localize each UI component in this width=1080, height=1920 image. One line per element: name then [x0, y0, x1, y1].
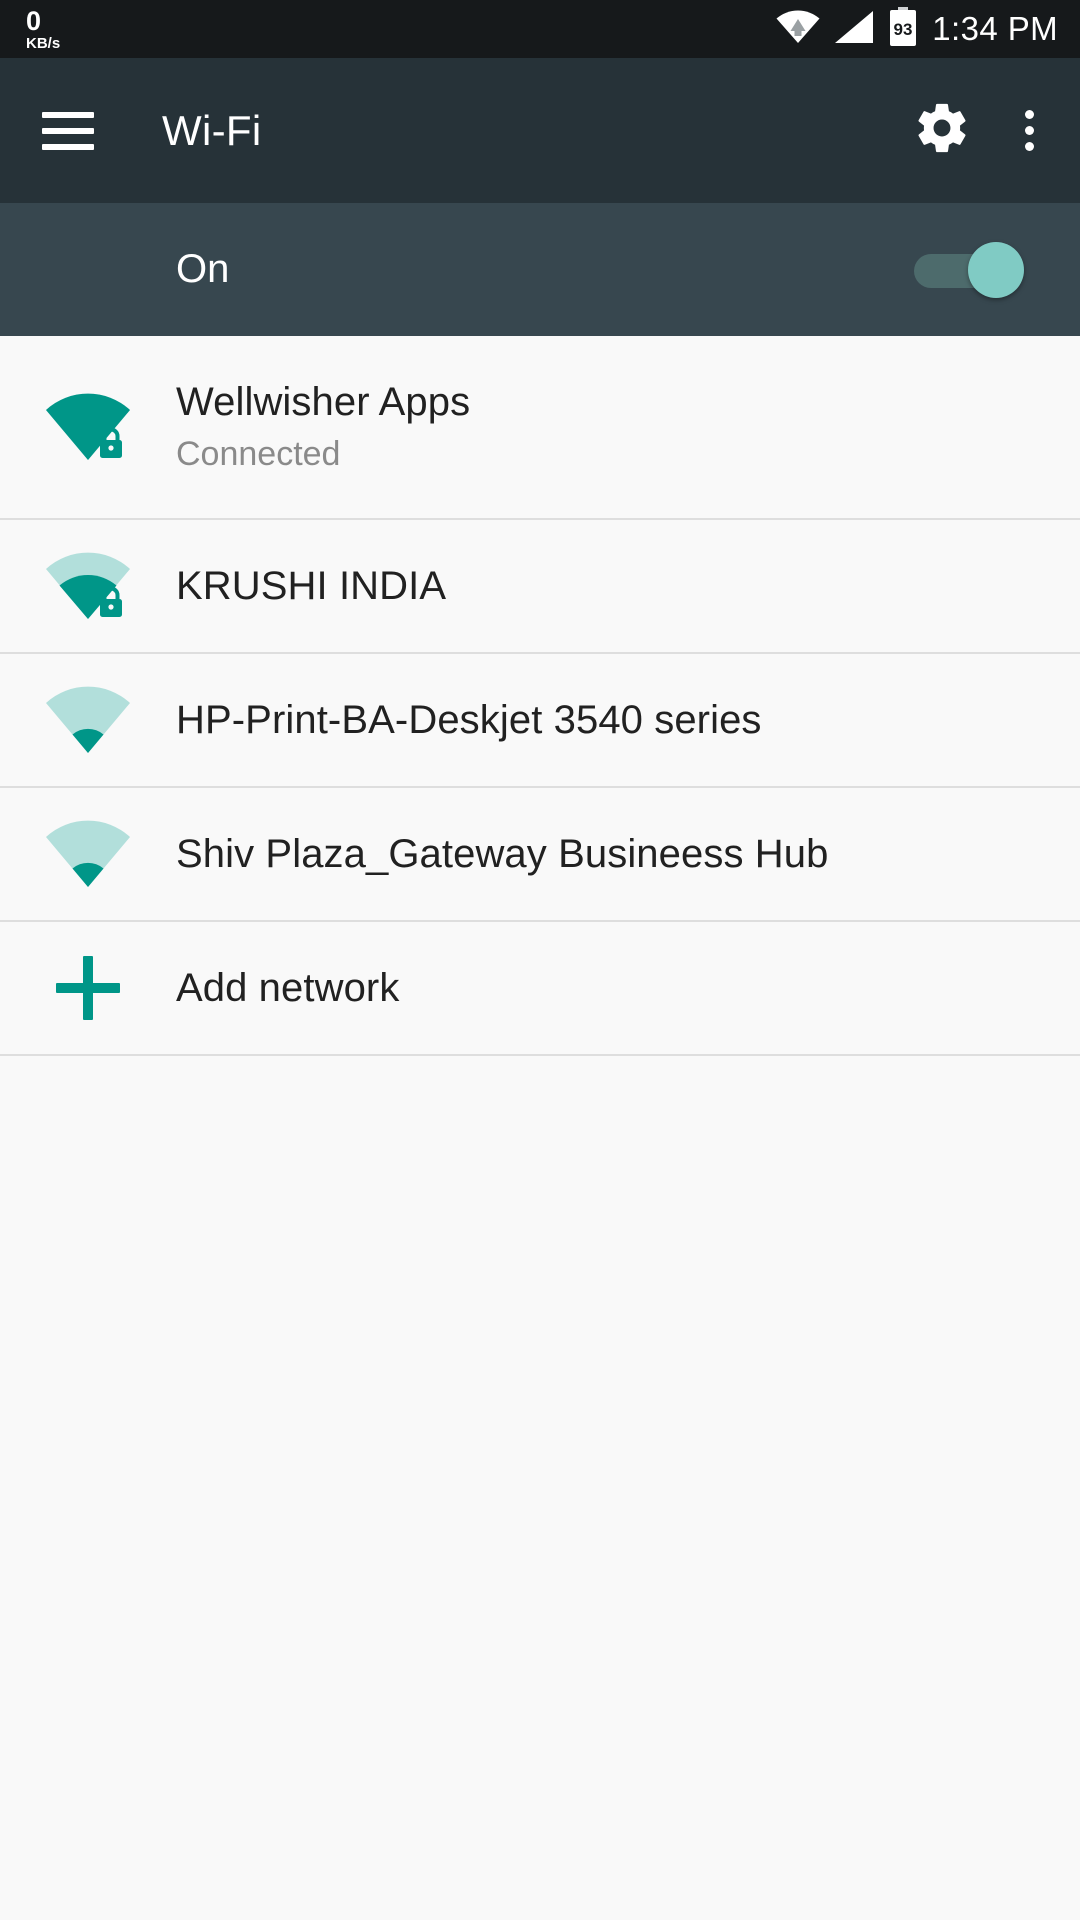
network-row[interactable]: KRUSHI INDIA: [0, 520, 1080, 654]
wifi-signal-4-lock-icon: [0, 390, 176, 464]
battery-level-text: 93: [894, 20, 913, 39]
overflow-dot: [1025, 110, 1034, 119]
network-ssid: Shiv Plaza_Gateway Busineess Hub: [176, 832, 829, 876]
network-status: Connected: [176, 435, 341, 474]
network-row-text: Shiv Plaza_Gateway Busineess Hub: [176, 831, 828, 877]
network-row-text: Wellwisher Apps Connected: [176, 379, 470, 474]
hamburger-menu-icon[interactable]: [42, 111, 94, 150]
network-row-text: KRUSHI INDIA: [176, 563, 446, 609]
network-speed-indicator: 0 KB/s: [26, 5, 61, 52]
status-bar-clock: 1:34 PM: [932, 10, 1058, 47]
more-vert-icon[interactable]: [1013, 102, 1046, 159]
hamburger-bar: [42, 111, 94, 118]
cellular-signal-icon: [833, 10, 875, 49]
network-row[interactable]: Wellwisher Apps Connected: [0, 336, 1080, 520]
switch-thumb: [968, 241, 1024, 298]
network-ssid: HP-Print-BA-Deskjet 3540 series: [176, 698, 762, 742]
wifi-signal-1-icon: [0, 817, 176, 891]
network-row[interactable]: HP-Print-BA-Deskjet 3540 series: [0, 654, 1080, 788]
overflow-dot: [1025, 142, 1034, 151]
network-list: Wellwisher Apps Connected KRUSHI INDIA H…: [0, 336, 1080, 1056]
add-network-label: Add network: [176, 966, 400, 1010]
page-title: Wi-Fi: [162, 106, 262, 154]
app-bar: Wi-Fi: [0, 58, 1080, 203]
network-speed-unit: KB/s: [26, 34, 61, 52]
hamburger-bar: [42, 127, 94, 134]
wifi-toggle-label: On: [176, 247, 230, 291]
network-row[interactable]: Shiv Plaza_Gateway Busineess Hub: [0, 788, 1080, 922]
wifi-signal-icon: [776, 10, 820, 49]
network-row-text: HP-Print-BA-Deskjet 3540 series: [176, 697, 762, 743]
wifi-signal-1-icon: [0, 683, 176, 757]
status-bar: 0 KB/s 93 1:34 PM: [0, 0, 1080, 58]
plus-icon: [0, 956, 176, 1020]
add-network-row-text: Add network: [176, 965, 399, 1011]
overflow-dot: [1025, 126, 1034, 135]
battery-icon: 93: [888, 6, 918, 52]
hamburger-bar: [42, 143, 94, 150]
wifi-toggle-row[interactable]: On: [0, 203, 1080, 336]
wifi-signal-2-lock-icon: [0, 549, 176, 623]
network-ssid: KRUSHI INDIA: [176, 564, 447, 608]
status-bar-icons: 93: [776, 6, 918, 52]
gear-icon[interactable]: [913, 99, 971, 162]
network-ssid: Wellwisher Apps: [176, 380, 471, 425]
wifi-toggle-switch[interactable]: [912, 241, 1024, 298]
network-speed-value: 0: [26, 5, 41, 36]
app-bar-actions: [913, 99, 1046, 162]
add-network-row[interactable]: Add network: [0, 922, 1080, 1056]
